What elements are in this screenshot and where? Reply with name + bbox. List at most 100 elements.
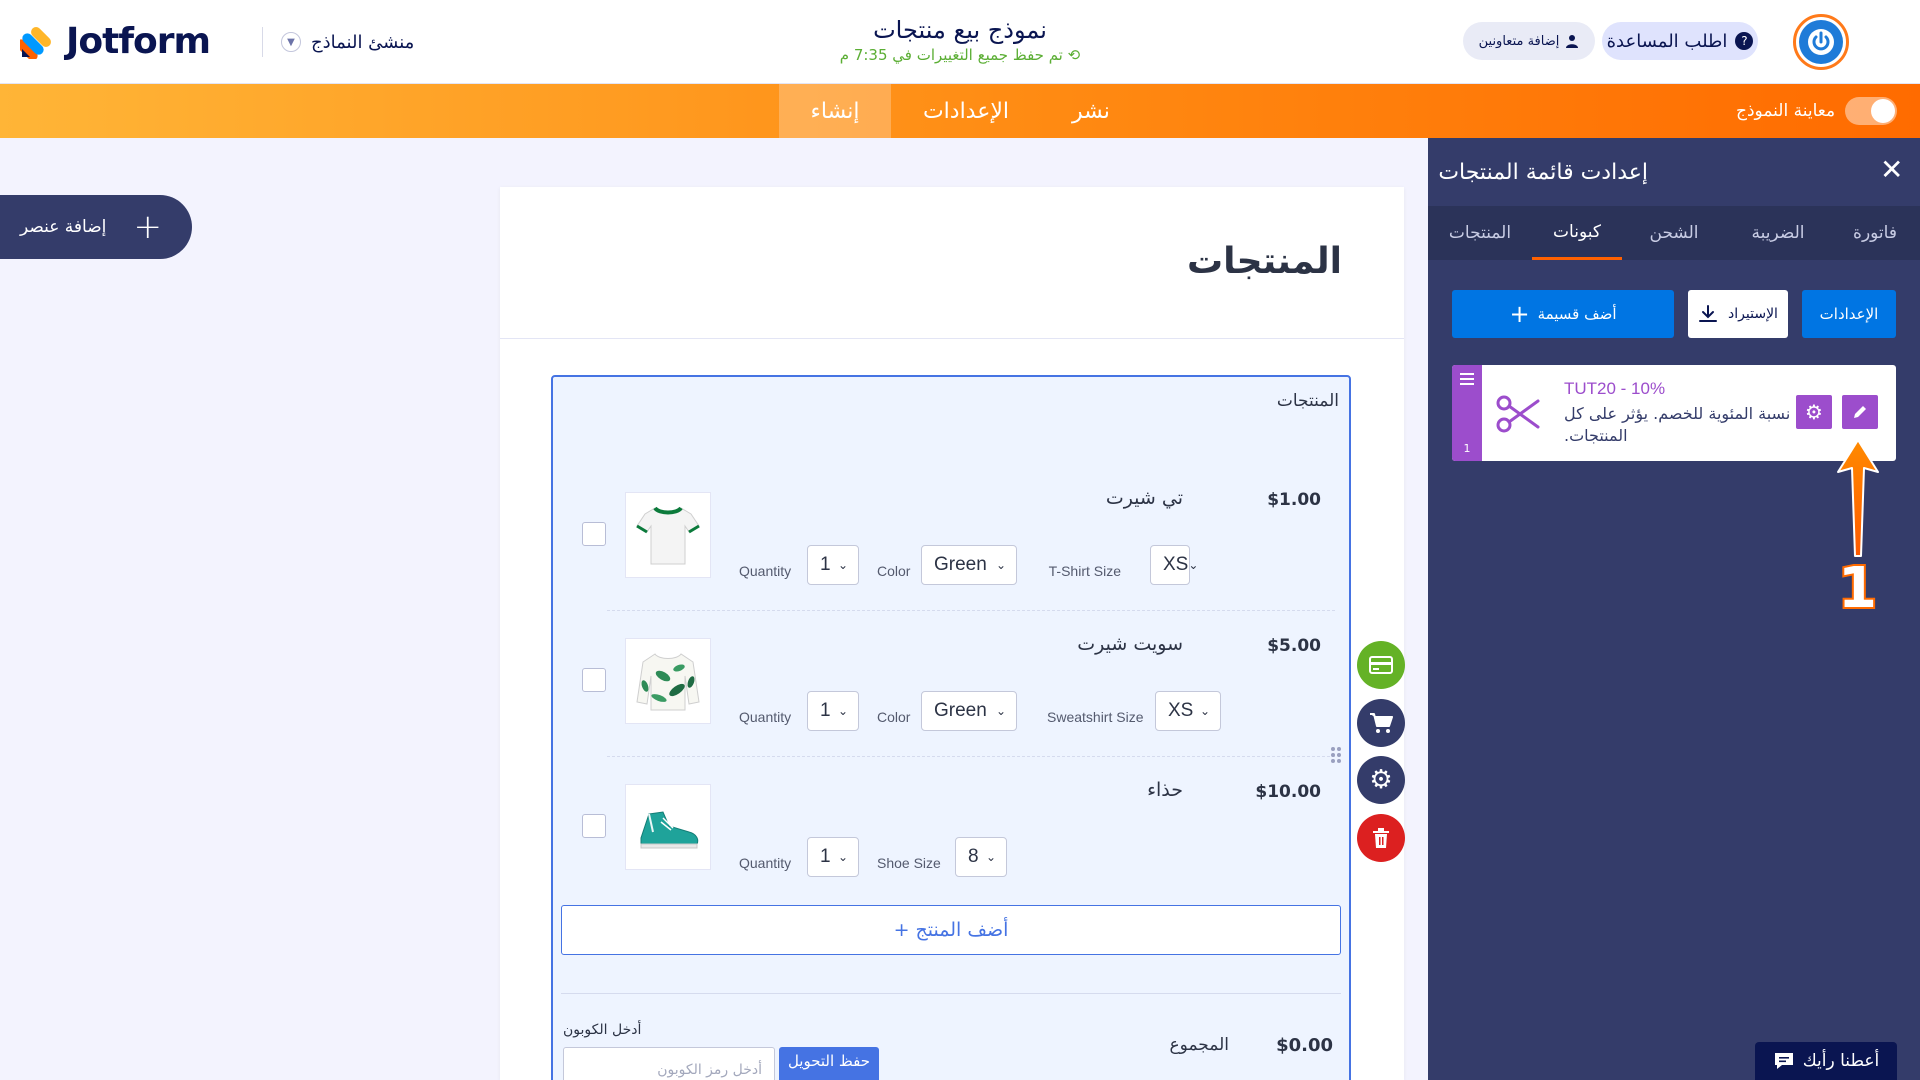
avatar[interactable] bbox=[1793, 14, 1849, 70]
coupon-label: أدخل الكوبون bbox=[563, 1022, 642, 1038]
product-row: $1.00 تي شيرت XS ⌄ T-Shirt Size Green ⌄ … bbox=[553, 465, 1349, 611]
quantity-select[interactable]: 1 ⌄ bbox=[807, 545, 859, 585]
import-label: الإستيراد bbox=[1728, 306, 1778, 322]
coupon-drag-strip[interactable]: 1 bbox=[1452, 365, 1482, 461]
tab-publish[interactable]: نشر bbox=[1041, 84, 1141, 138]
question-icon: ? bbox=[1735, 32, 1754, 50]
color-select[interactable]: Green ⌄ bbox=[921, 691, 1017, 731]
add-element-button[interactable]: إضافة عنصر + bbox=[0, 195, 192, 259]
tshirt-size-select[interactable]: XS ⌄ bbox=[1150, 545, 1198, 585]
coupon-description: نسبة المئوية للخصم. يؤثر على كل المنتجات… bbox=[1564, 404, 1791, 445]
color-select[interactable]: Green ⌄ bbox=[921, 545, 1017, 585]
jotform-logo-icon bbox=[20, 27, 51, 59]
pencil-icon bbox=[1854, 406, 1866, 418]
shoe-size-label: Shoe Size bbox=[877, 855, 941, 871]
drag-handle-icon[interactable] bbox=[1330, 746, 1342, 766]
quantity-select[interactable]: 1 ⌄ bbox=[807, 691, 859, 731]
add-product-button[interactable]: أضف المنتج + bbox=[561, 905, 1341, 955]
field-properties-button[interactable]: ⚙ bbox=[1357, 756, 1405, 804]
builder-nav-bar: إنشاء الإعدادات نشر معاينة النموذج bbox=[0, 84, 1920, 138]
tshirt-image bbox=[625, 492, 711, 578]
total-label: المجموع bbox=[1169, 1035, 1229, 1055]
coupon-input[interactable]: أدخل رمز الكوبون bbox=[563, 1047, 775, 1080]
jotform-logo[interactable]: Jotform bbox=[20, 18, 211, 64]
refresh-icon: ⟲ bbox=[1067, 46, 1081, 64]
chevron-down-icon: ⌄ bbox=[837, 558, 848, 572]
coupon-options-button[interactable]: ⚙ bbox=[1796, 395, 1832, 429]
chevron-down-icon: ⌄ bbox=[995, 558, 1006, 572]
gear-icon: ⚙ bbox=[1369, 765, 1393, 795]
form-heading: المنتجات bbox=[1186, 241, 1342, 282]
close-icon[interactable]: ✕ bbox=[1880, 156, 1903, 184]
import-button[interactable]: الإستيراد bbox=[1688, 290, 1788, 338]
preview-label: معاينة النموذج bbox=[1736, 101, 1836, 121]
feedback-button[interactable]: أعطنا رأيك bbox=[1755, 1042, 1897, 1080]
chevron-down-icon: ⌄ bbox=[837, 704, 848, 718]
product-list-field[interactable]: المنتجات $1.00 تي شيرت XS ⌄ T-Shirt Size… bbox=[551, 375, 1351, 1080]
plus-icon: + bbox=[1509, 300, 1530, 328]
brand-name: Jotform bbox=[66, 20, 211, 62]
chevron-down-icon: ⌄ bbox=[837, 850, 848, 864]
chevron-down-icon: ▼ bbox=[281, 32, 301, 52]
drag-lines-icon bbox=[1460, 373, 1474, 388]
form-title-block: نموذج بيع منتجات ⟲ تم حفظ جميع التغييرات… bbox=[760, 16, 1160, 64]
builder-switcher[interactable]: ▼ منشئ النماذج bbox=[262, 26, 414, 58]
product-checkbox[interactable] bbox=[582, 814, 606, 838]
shoe-size-select[interactable]: 8 ⌄ bbox=[955, 837, 1007, 877]
total-divider bbox=[561, 993, 1341, 994]
product-name: سويت شيرت bbox=[1077, 633, 1183, 655]
product-row: $10.00 حذاء 8 ⌄ Shoe Size 1 ⌄ Quantity bbox=[553, 757, 1349, 903]
scissors-icon bbox=[1496, 395, 1540, 433]
shoe-image bbox=[625, 784, 711, 870]
top-header: Jotform ▼ منشئ النماذج نموذج بيع منتجات … bbox=[0, 0, 1920, 84]
tab-settings[interactable]: الإعدادات bbox=[891, 84, 1041, 138]
select-value: Green bbox=[934, 554, 987, 575]
coupon-edit-button[interactable] bbox=[1842, 395, 1878, 429]
quantity-select[interactable]: 1 ⌄ bbox=[807, 837, 859, 877]
shoe-icon bbox=[640, 811, 699, 849]
chat-icon bbox=[1774, 1053, 1793, 1069]
preview-switch[interactable] bbox=[1845, 97, 1898, 125]
quantity-label: Quantity bbox=[739, 563, 792, 579]
avatar-image bbox=[1799, 20, 1843, 64]
sweatshirt-icon bbox=[636, 653, 700, 711]
cart-icon bbox=[1370, 713, 1393, 733]
add-collaborators-button[interactable]: إضافة متعاونين bbox=[1463, 22, 1595, 60]
tab-tax[interactable]: الضريبة bbox=[1726, 206, 1830, 260]
get-help-button[interactable]: ? اطلب المساعدة bbox=[1602, 22, 1758, 60]
add-element-label: إضافة عنصر bbox=[20, 217, 107, 237]
form-title[interactable]: نموذج بيع منتجات bbox=[760, 16, 1160, 44]
select-value: XS bbox=[1163, 554, 1189, 575]
select-value: 1 bbox=[820, 700, 831, 721]
select-value: 1 bbox=[820, 554, 831, 575]
select-value: 1 bbox=[820, 846, 831, 867]
quantity-label: Quantity bbox=[739, 855, 792, 871]
coupon-apply-button[interactable]: حفظ التحويل bbox=[779, 1047, 879, 1080]
sweatshirt-size-select[interactable]: XS ⌄ bbox=[1155, 691, 1221, 731]
chevron-down-icon: ⌄ bbox=[995, 704, 1006, 718]
product-checkbox[interactable] bbox=[582, 522, 606, 546]
payment-settings-button[interactable] bbox=[1357, 641, 1405, 689]
chevron-down-icon: ⌄ bbox=[1199, 704, 1210, 718]
tab-coupons[interactable]: كبونات bbox=[1532, 206, 1622, 260]
tab-shipping[interactable]: الشحن bbox=[1622, 206, 1726, 260]
product-checkbox[interactable] bbox=[582, 668, 606, 692]
tab-build[interactable]: إنشاء bbox=[779, 84, 891, 138]
add-collaborators-label: إضافة متعاونين bbox=[1478, 33, 1560, 49]
add-coupon-button[interactable]: أضف قسيمة + bbox=[1452, 290, 1674, 338]
delete-field-button[interactable] bbox=[1357, 814, 1405, 862]
sweatshirt-size-label: Sweatshirt Size bbox=[1047, 709, 1144, 725]
form-preview-toggle[interactable]: معاينة النموذج bbox=[1736, 96, 1898, 126]
form-heading-block[interactable]: المنتجات bbox=[500, 187, 1404, 339]
product-cart-button[interactable] bbox=[1357, 699, 1405, 747]
tab-invoice[interactable]: فاتورة bbox=[1830, 206, 1920, 260]
get-help-label: اطلب المساعدة bbox=[1606, 30, 1728, 52]
chevron-down-icon: ⌄ bbox=[1188, 558, 1199, 572]
total-amount: $0.00 bbox=[1276, 1035, 1333, 1056]
select-value: Green bbox=[934, 700, 987, 721]
tshirt-size-label: T-Shirt Size bbox=[1048, 563, 1121, 579]
feedback-label: أعطنا رأيك bbox=[1802, 1051, 1880, 1071]
tab-products[interactable]: المنتجات bbox=[1428, 206, 1532, 260]
coupon-settings-button[interactable]: الإعدادات bbox=[1802, 290, 1896, 338]
power-icon bbox=[1808, 29, 1834, 55]
